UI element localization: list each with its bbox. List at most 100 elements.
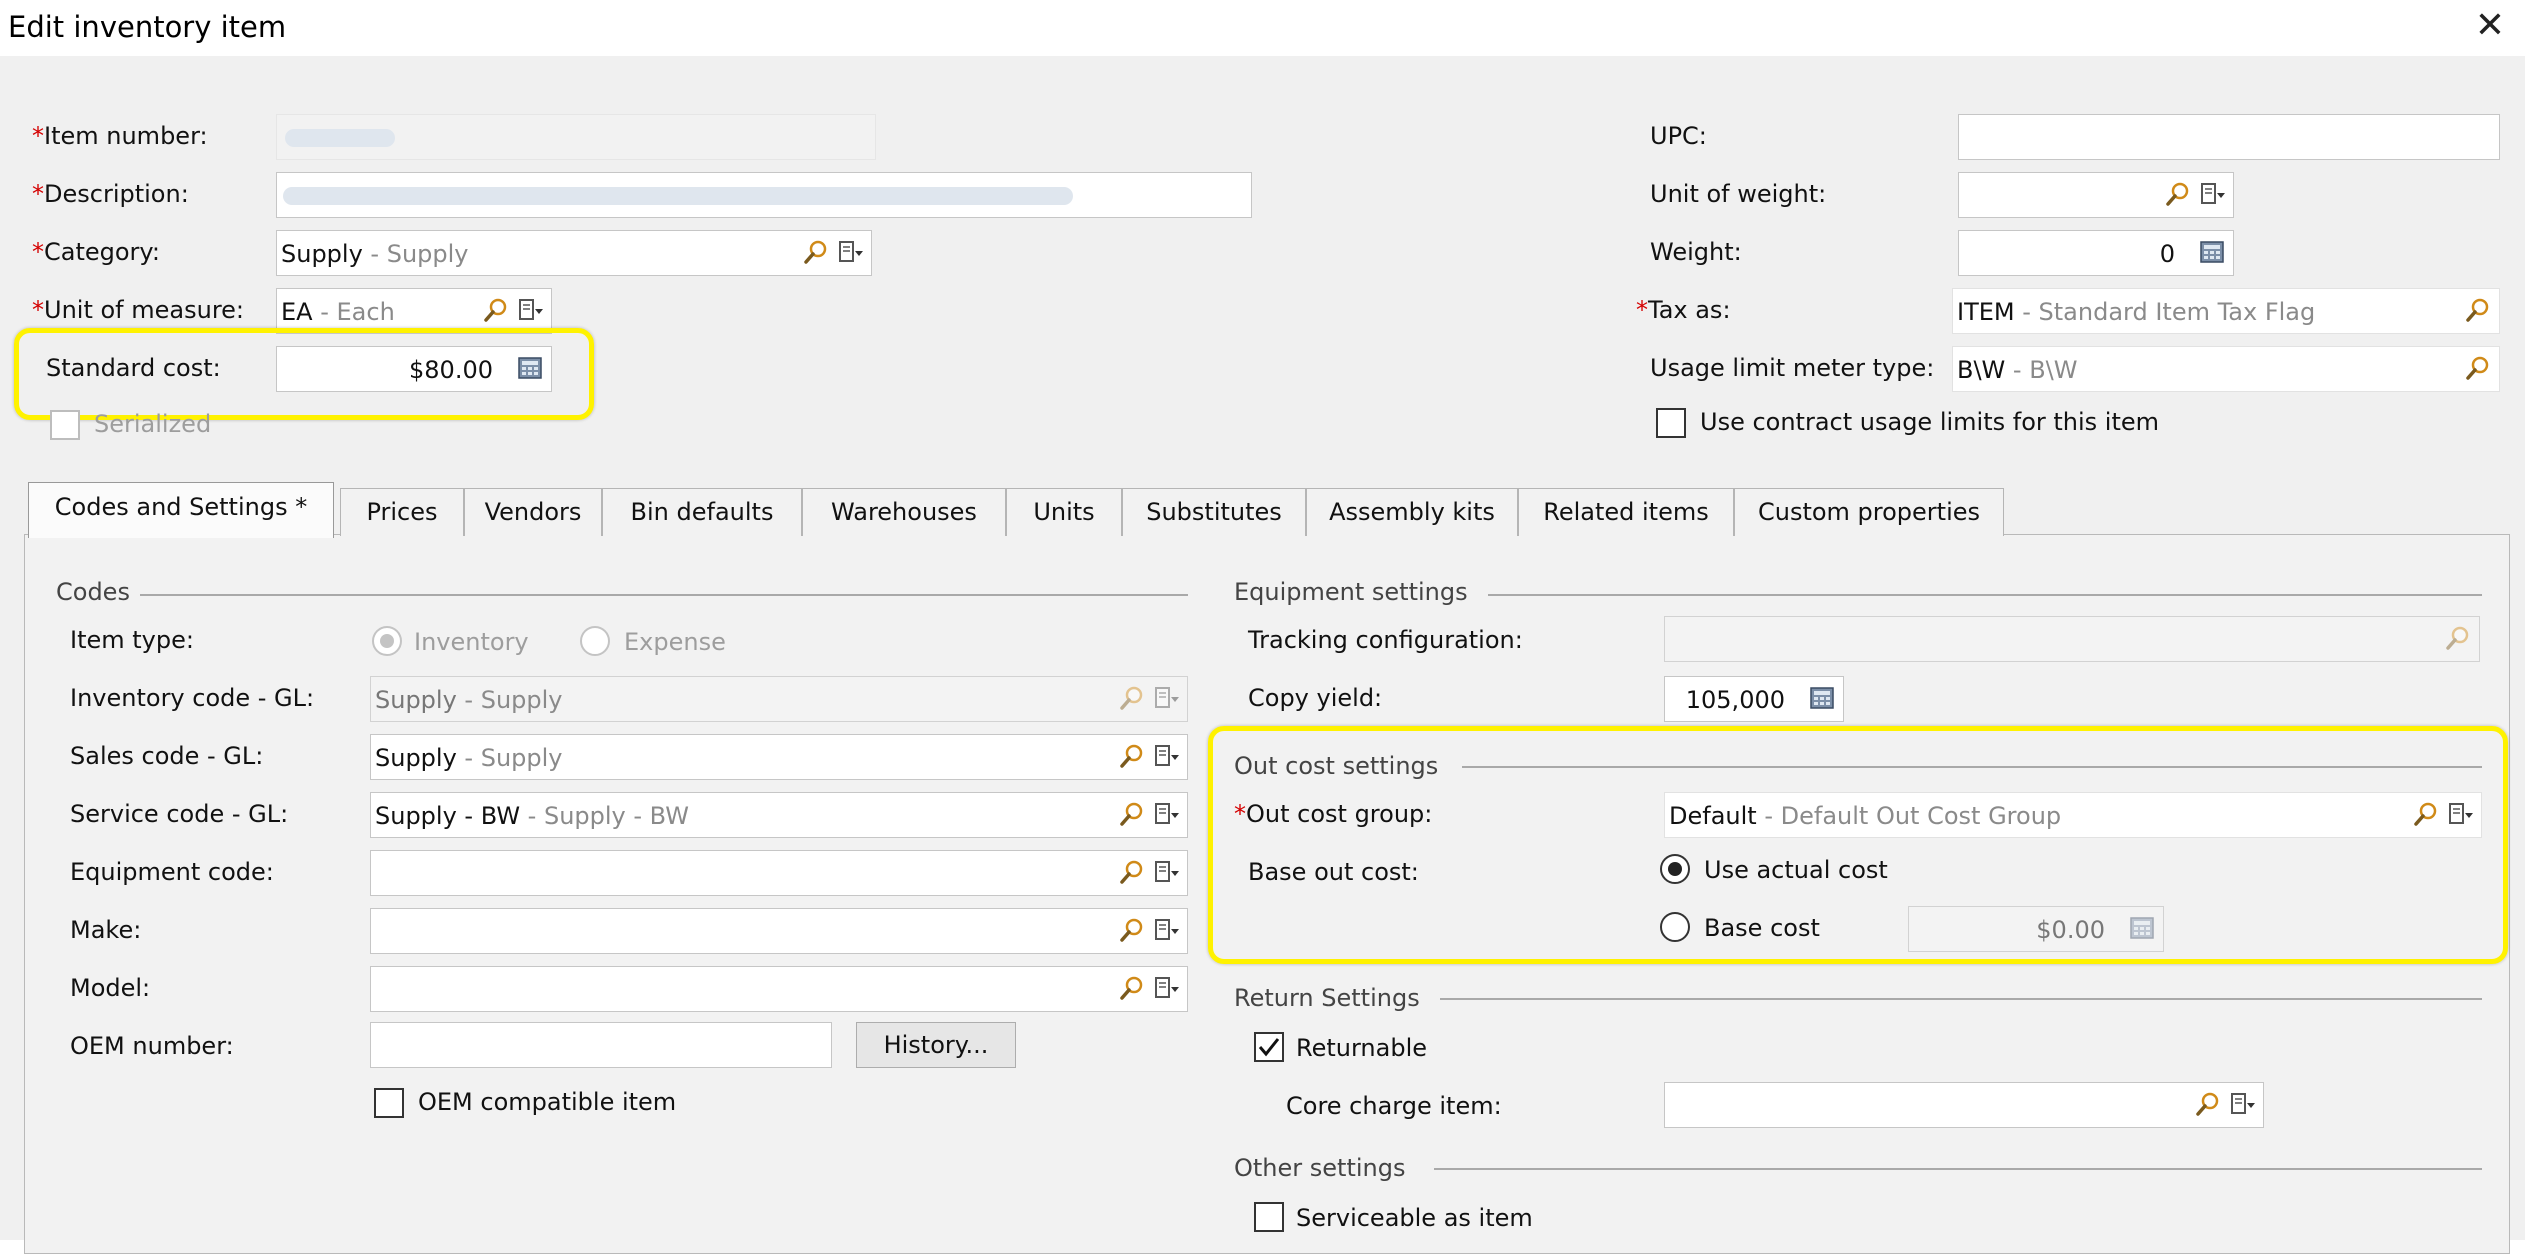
category-desc: - Supply	[362, 240, 469, 268]
serviceable-as-item-checkbox[interactable]	[1254, 1202, 1284, 1232]
description-label: *Description:	[32, 180, 189, 208]
lookup-menu-icon[interactable]	[1153, 859, 1181, 887]
returnable-label: Returnable	[1296, 1034, 1428, 1062]
group-divider	[1434, 1168, 2482, 1170]
highlight-standard-cost	[14, 328, 594, 420]
search-icon[interactable]	[803, 239, 831, 267]
search-icon[interactable]	[1119, 859, 1147, 887]
search-icon[interactable]	[2195, 1091, 2223, 1119]
calculator-icon[interactable]	[2199, 239, 2227, 267]
item-number-field[interactable]	[276, 114, 876, 160]
search-icon[interactable]	[2465, 355, 2493, 383]
make-field[interactable]	[370, 908, 1188, 954]
item-type-label: Item type:	[70, 626, 194, 654]
service-code-field[interactable]: Supply - BW - Supply - BW	[370, 792, 1188, 838]
item-type-expense-label: Expense	[624, 628, 726, 656]
sales-code-field[interactable]: Supply - Supply	[370, 734, 1188, 780]
tab-prices[interactable]: Prices	[340, 488, 464, 536]
group-divider	[1440, 998, 2482, 1000]
core-charge-item-field[interactable]	[1664, 1082, 2264, 1128]
search-icon[interactable]	[483, 297, 511, 325]
unit-of-weight-field[interactable]	[1958, 172, 2234, 218]
unit-of-weight-label: Unit of weight:	[1650, 180, 1827, 208]
search-icon[interactable]	[1119, 917, 1147, 945]
history-button[interactable]: History...	[856, 1022, 1016, 1068]
service-code-code: Supply - BW	[375, 802, 521, 830]
tab-units[interactable]: Units	[1006, 488, 1122, 536]
search-icon[interactable]	[1119, 685, 1147, 713]
serviceable-as-item-label: Serviceable as item	[1296, 1204, 1533, 1232]
item-type-expense-radio[interactable]	[580, 626, 610, 656]
search-icon[interactable]	[2165, 181, 2193, 209]
close-icon[interactable]: ✕	[2468, 4, 2512, 48]
checkmark-icon	[1258, 1038, 1280, 1057]
search-icon[interactable]	[1119, 743, 1147, 771]
lookup-menu-icon[interactable]	[1153, 743, 1181, 771]
serialized-label: Serialized	[94, 410, 212, 438]
tax-as-field[interactable]: ITEM - Standard Item Tax Flag	[1952, 288, 2500, 334]
inventory-code-field[interactable]: Supply - Supply	[370, 676, 1188, 722]
search-icon[interactable]	[2465, 297, 2493, 325]
weight-field[interactable]: 0	[1958, 230, 2234, 276]
sales-code-code: Supply	[375, 744, 457, 772]
tracking-configuration-label: Tracking configuration:	[1248, 626, 1523, 654]
tab-bin-defaults[interactable]: Bin defaults	[602, 488, 802, 536]
window-title: Edit inventory item	[8, 10, 287, 44]
oem-compatible-checkbox[interactable]	[374, 1088, 404, 1118]
lookup-menu-icon[interactable]	[517, 297, 545, 325]
oem-number-field[interactable]	[370, 1022, 832, 1068]
equipment-code-label: Equipment code:	[70, 858, 274, 886]
search-icon[interactable]	[1119, 975, 1147, 1003]
calculator-icon[interactable]	[1809, 685, 1837, 713]
serialized-checkbox[interactable]	[50, 410, 80, 440]
unit-of-measure-label: *Unit of measure:	[32, 296, 245, 324]
return-settings-title: Return Settings	[1234, 984, 1420, 1012]
search-icon[interactable]	[1119, 801, 1147, 829]
upc-field[interactable]	[1958, 114, 2500, 160]
tracking-configuration-field[interactable]	[1664, 616, 2480, 662]
item-type-inventory-radio[interactable]	[372, 626, 402, 656]
tab-vendors[interactable]: Vendors	[464, 488, 602, 536]
use-contract-usage-label: Use contract usage limits for this item	[1700, 408, 2160, 436]
use-contract-usage-checkbox[interactable]	[1656, 408, 1686, 438]
other-settings-title: Other settings	[1234, 1154, 1406, 1182]
equipment-code-field[interactable]	[370, 850, 1188, 896]
weight-label: Weight:	[1650, 238, 1742, 266]
returnable-checkbox[interactable]	[1254, 1032, 1284, 1062]
sales-code-desc: - Supply	[456, 744, 563, 772]
tab-warehouses[interactable]: Warehouses	[802, 488, 1006, 536]
tab-custom-properties[interactable]: Custom properties	[1734, 488, 2004, 536]
redacted-value	[283, 187, 1073, 205]
copy-yield-value: 105,000	[1685, 686, 1785, 714]
lookup-menu-icon[interactable]	[1153, 975, 1181, 1003]
usage-limit-meter-type-label: Usage limit meter type:	[1650, 354, 1935, 382]
item-type-inventory-label: Inventory	[414, 628, 529, 656]
copy-yield-field[interactable]: 105,000	[1664, 676, 1844, 722]
meter-type-desc: - B\W	[2005, 356, 2078, 384]
lookup-menu-icon[interactable]	[2199, 181, 2227, 209]
inventory-code-code: Supply	[375, 686, 457, 714]
meter-type-code: B\W	[1957, 356, 2006, 384]
redacted-value	[285, 129, 395, 147]
uom-code: EA	[281, 298, 313, 326]
category-field[interactable]: Supply - Supply	[276, 230, 872, 276]
make-label: Make:	[70, 916, 142, 944]
tab-related-items[interactable]: Related items	[1518, 488, 1734, 536]
copy-yield-label: Copy yield:	[1248, 684, 1383, 712]
tab-substitutes[interactable]: Substitutes	[1122, 488, 1306, 536]
lookup-menu-icon[interactable]	[1153, 917, 1181, 945]
uom-desc: - Each	[312, 298, 395, 326]
usage-limit-meter-type-field[interactable]: B\W - B\W	[1952, 346, 2500, 392]
item-number-label: *Item number:	[32, 122, 208, 150]
lookup-menu-icon[interactable]	[1153, 685, 1181, 713]
lookup-menu-icon[interactable]	[2229, 1091, 2257, 1119]
oem-number-label: OEM number:	[70, 1032, 234, 1060]
model-field[interactable]	[370, 966, 1188, 1012]
lookup-menu-icon[interactable]	[837, 239, 865, 267]
lookup-menu-icon[interactable]	[1153, 801, 1181, 829]
tab-assembly-kits[interactable]: Assembly kits	[1306, 488, 1518, 536]
search-icon[interactable]	[2445, 625, 2473, 653]
description-field[interactable]	[276, 172, 1252, 218]
tax-as-code: ITEM	[1957, 298, 2015, 326]
tab-codes-and-settings[interactable]: Codes and Settings *	[28, 482, 334, 538]
